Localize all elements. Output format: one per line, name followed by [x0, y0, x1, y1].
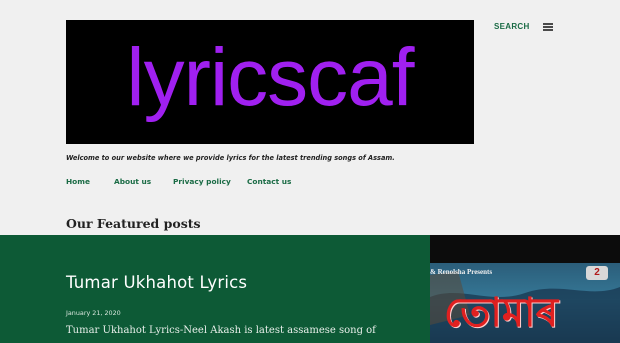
featured-post-date: January 21, 2020 [66, 309, 121, 317]
featured-post-thumbnail[interactable]: & Renolsha Presents 2 তোমাৰ [430, 235, 620, 343]
featured-post-excerpt: Tumar Ukhahot Lyrics-Neel Akash is lates… [66, 325, 376, 336]
nav-item-contact-us[interactable]: Contact us [247, 177, 291, 186]
menu-icon[interactable] [543, 23, 554, 31]
featured-post-title[interactable]: Tumar Ukhahot Lyrics [66, 273, 247, 292]
nav-item-about-us[interactable]: About us [114, 177, 151, 186]
music-logo-icon: 2 [586, 266, 608, 280]
site-logo-text: lyricscaf [126, 32, 414, 123]
thumbnail-title-script: তোমাৰ [444, 290, 559, 336]
search-button[interactable]: SEARCH [494, 22, 530, 31]
nav-item-privacy-policy[interactable]: Privacy policy [173, 177, 231, 186]
site-logo-banner[interactable]: lyricscaf [66, 20, 474, 144]
site-tagline: Welcome to our website where we provide … [66, 154, 395, 162]
featured-posts-heading: Our Featured posts [66, 216, 201, 231]
nav-item-home[interactable]: Home [66, 177, 90, 186]
thumbnail-caption: & Renolsha Presents [430, 268, 493, 276]
